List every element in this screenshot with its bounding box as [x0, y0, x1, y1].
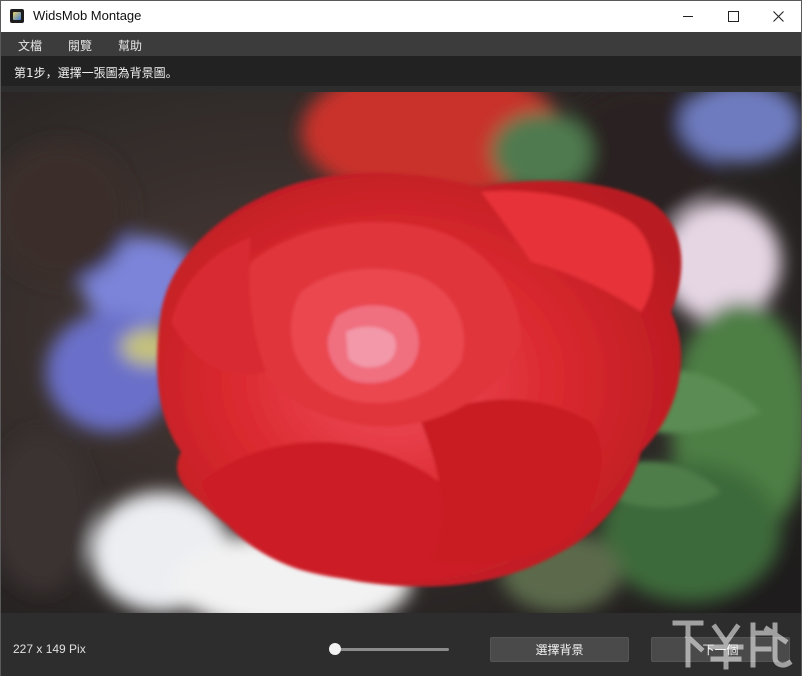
menu-help[interactable]: 幫助 — [118, 37, 142, 54]
maximize-button[interactable] — [710, 1, 756, 32]
slider-track[interactable] — [335, 648, 449, 651]
minimize-icon — [683, 16, 693, 17]
close-button[interactable] — [755, 1, 801, 32]
menu-file[interactable]: 文檔 — [18, 37, 42, 54]
maximize-icon — [727, 11, 739, 22]
title-bar[interactable]: WidsMob Montage — [1, 1, 801, 32]
close-icon — [772, 11, 784, 22]
rose-photo — [1, 92, 801, 613]
image-preview[interactable] — [1, 92, 801, 613]
next-button[interactable]: 下一個 — [651, 637, 790, 662]
menu-view[interactable]: 閱覽 — [68, 37, 92, 54]
slider-thumb[interactable] — [329, 643, 341, 655]
select-background-button[interactable]: 選擇背景 — [490, 637, 629, 662]
app-logo-icon — [10, 9, 24, 23]
bottom-toolbar: 227 x 149 Pix 選擇背景 下一個 — [1, 621, 801, 676]
menu-bar: 文檔 閱覽 幫助 — [1, 32, 801, 56]
minimize-button[interactable] — [665, 1, 711, 32]
zoom-slider[interactable] — [329, 639, 451, 659]
step-instruction: 第1步，選擇一張圖為背景圖。 — [14, 66, 178, 80]
window-title: WidsMob Montage — [33, 8, 142, 23]
image-dimensions: 227 x 149 Pix — [13, 642, 86, 656]
step-header: 第1步，選擇一張圖為背景圖。 — [1, 56, 801, 86]
app-window: WidsMob Montage 文檔 閱覽 幫助 第1步，選擇一張圖為背景圖。 — [0, 0, 802, 676]
